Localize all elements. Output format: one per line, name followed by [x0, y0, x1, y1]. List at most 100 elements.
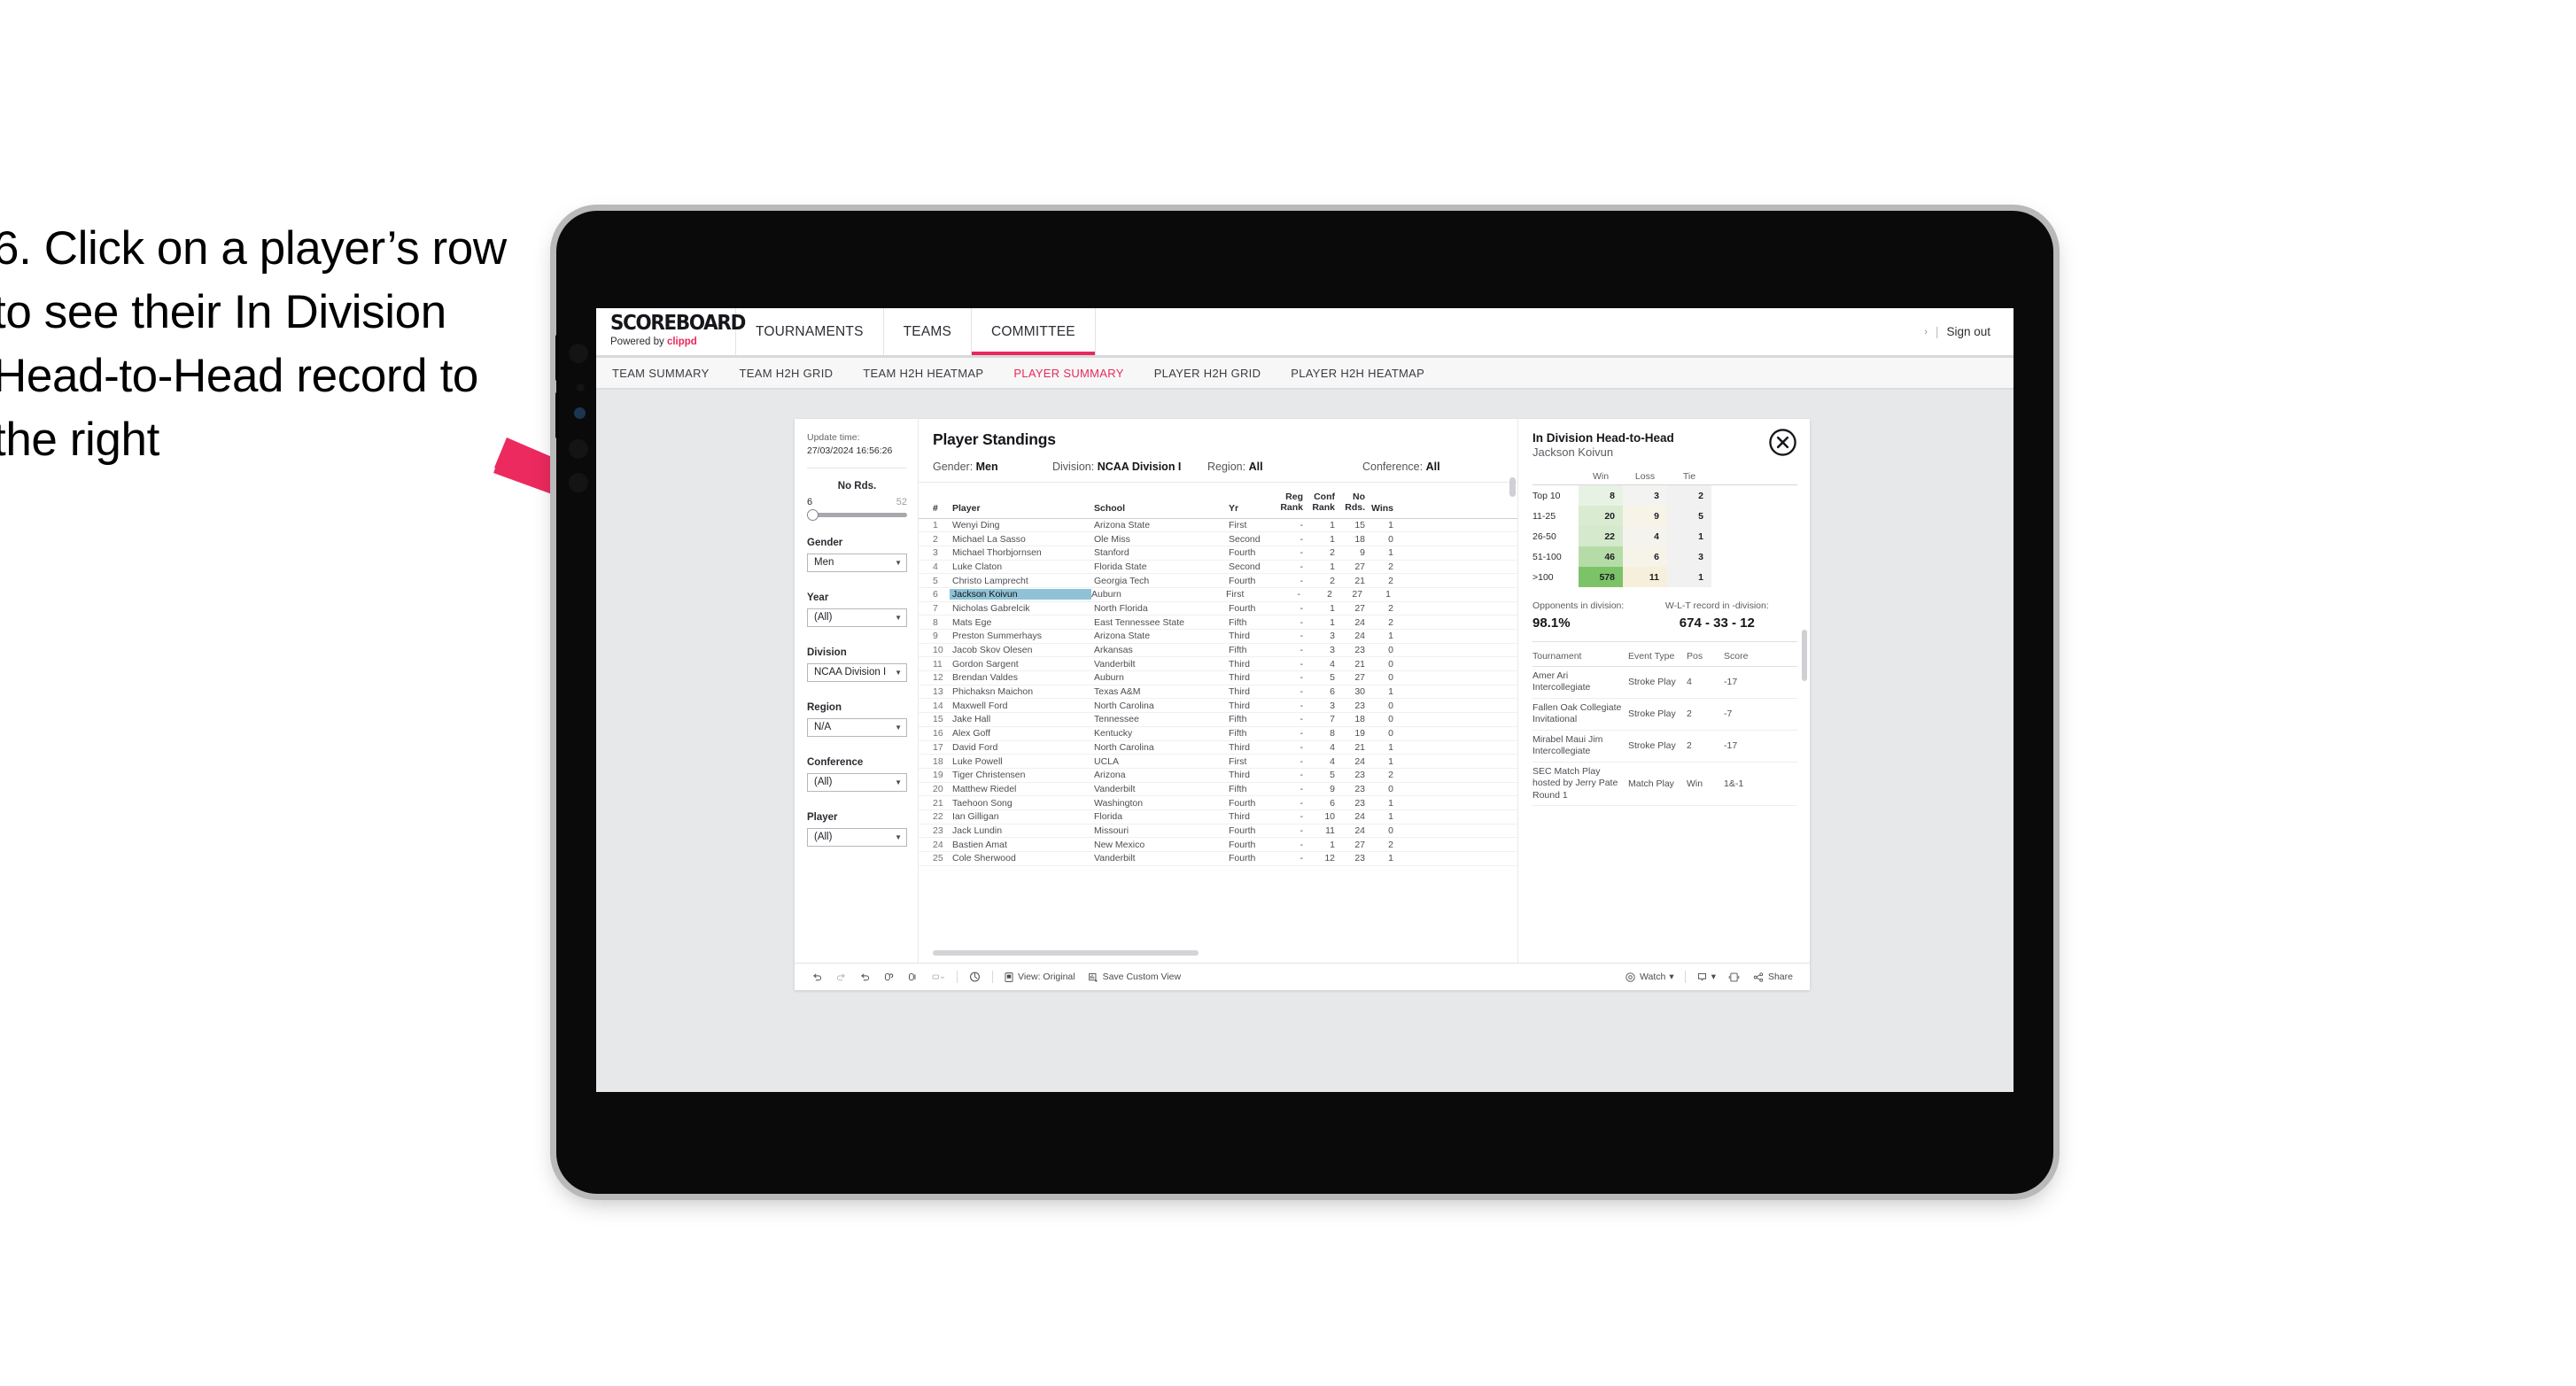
alerts-icon[interactable]: [962, 971, 988, 983]
tab-player-h2h-grid[interactable]: PLAYER H2H GRID: [1154, 367, 1261, 380]
player-select[interactable]: (All) ▼: [807, 827, 907, 847]
close-circle-icon[interactable]: [1768, 428, 1797, 457]
tab-player-h2h-heatmap[interactable]: PLAYER H2H HEATMAP: [1291, 367, 1424, 380]
table-row[interactable]: 24 Bastien Amat New Mexico Fourth - 1 27 2: [919, 838, 1517, 852]
h2h-cell-win[interactable]: 22: [1579, 526, 1623, 546]
volume-down-button[interactable]: [555, 392, 559, 438]
nav-item-teams[interactable]: TEAMS: [884, 308, 973, 355]
cell-conf-rank: 5: [1330, 672, 1335, 684]
pause-updates-icon[interactable]: [901, 972, 925, 983]
h2h-cell-tie[interactable]: 1: [1667, 567, 1711, 587]
filter-player: Player (All) ▼: [807, 812, 907, 847]
cell-player: Jacob Skov Olesen: [952, 645, 1033, 656]
conference-select[interactable]: (All) ▼: [807, 772, 907, 792]
view-toggle-icon[interactable]: [925, 972, 952, 983]
no-rds-slider-handle[interactable]: [807, 508, 819, 521]
h2h-cell-loss[interactable]: 11: [1623, 567, 1667, 587]
share-button[interactable]: Share: [1746, 972, 1799, 983]
table-row[interactable]: 4 Luke Claton Florida State Second - 1 27 2: [919, 561, 1517, 575]
cell-wins: 0: [1388, 645, 1393, 656]
table-row[interactable]: 7 Nicholas Gabrelcik North Florida Fourth - 1…: [919, 602, 1517, 616]
col-header-reg-line1: Reg: [1285, 492, 1303, 502]
nav-item-committee[interactable]: COMMITTEE: [972, 308, 1096, 355]
redo-icon[interactable]: [829, 972, 853, 983]
table-row[interactable]: 10 Jacob Skov Olesen Arkansas Fifth - 3 23 0: [919, 644, 1517, 658]
table-row[interactable]: 15 Jake Hall Tennessee Fifth - 7 18 0: [919, 713, 1517, 727]
tab-team-h2h-heatmap[interactable]: TEAM H2H HEATMAP: [863, 367, 983, 380]
download-button[interactable]: ▾: [1690, 972, 1722, 983]
year-select[interactable]: (All) ▼: [807, 608, 907, 627]
col-header-reg-rank[interactable]: Reg Rank: [1273, 492, 1303, 514]
cell-conf-rank: 9: [1330, 783, 1335, 794]
h2h-cell-win[interactable]: 578: [1579, 567, 1623, 587]
col-header-no-rds[interactable]: No Rds.: [1335, 492, 1365, 514]
col-header-num[interactable]: #: [933, 503, 952, 514]
tournament-row[interactable]: SEC Match Play hosted by Jerry Pate Roun…: [1532, 763, 1797, 806]
table-row[interactable]: 20 Matthew Riedel Vanderbilt Fifth - 9 23 0: [919, 783, 1517, 797]
fullscreen-button[interactable]: [1722, 972, 1746, 983]
brand-logo[interactable]: SCOREBOARD Powered by clippd: [596, 308, 746, 355]
h2h-cell-tie[interactable]: 1: [1667, 526, 1711, 546]
table-row[interactable]: 19 Tiger Christensen Arizona Third - 5 23 2: [919, 769, 1517, 783]
view-original-button[interactable]: View: Original: [997, 972, 1082, 983]
h2h-cell-win[interactable]: 8: [1579, 485, 1623, 506]
table-row[interactable]: 16 Alex Goff Kentucky Fifth - 8 19 0: [919, 727, 1517, 741]
table-row[interactable]: 5 Christo Lamprecht Georgia Tech Fourth - 2 21…: [919, 574, 1517, 588]
chevron-right-icon[interactable]: ›: [1924, 327, 1928, 337]
revert-icon[interactable]: [853, 972, 877, 983]
h2h-cell-win[interactable]: 46: [1579, 546, 1623, 567]
h2h-cell-tie[interactable]: 2: [1667, 485, 1711, 506]
tournament-scrollbar[interactable]: [1802, 630, 1807, 681]
no-rds-slider[interactable]: [807, 508, 907, 521]
tournament-row[interactable]: Mirabel Maui Jim Intercollegiate Stroke P…: [1532, 731, 1797, 763]
tab-player-summary[interactable]: PLAYER SUMMARY: [1013, 367, 1123, 380]
col-header-conf-rank[interactable]: Conf Rank: [1303, 492, 1335, 514]
h2h-cell-tie[interactable]: 3: [1667, 546, 1711, 567]
nav-item-tournaments[interactable]: TOURNAMENTS: [736, 308, 884, 355]
table-row[interactable]: 12 Brendan Valdes Auburn Third - 5 27 0: [919, 671, 1517, 685]
table-row[interactable]: 9 Preston Summerhays Arizona State Third - 3 2…: [919, 630, 1517, 644]
division-select[interactable]: NCAA Division I ▼: [807, 662, 907, 682]
watch-button[interactable]: Watch ▾: [1618, 972, 1680, 983]
table-row[interactable]: 23 Jack Lundin Missouri Fourth - 11 24 0: [919, 825, 1517, 839]
table-row[interactable]: 22 Ian Gilligan Florida Third - 10 24 1: [919, 810, 1517, 825]
table-row[interactable]: 3 Michael Thorbjornsen Stanford Fourth - 2 9 1: [919, 546, 1517, 561]
volume-up-button[interactable]: [555, 335, 559, 381]
tournament-row[interactable]: Amer Ari Intercollegiate Stroke Play 4 -17: [1532, 667, 1797, 699]
refresh-data-icon[interactable]: [877, 972, 901, 983]
table-row[interactable]: 2 Michael La Sasso Ole Miss Second - 1 18 0: [919, 532, 1517, 546]
h2h-cell-loss[interactable]: 9: [1623, 506, 1667, 526]
table-row[interactable]: 25 Cole Sherwood Vanderbilt Fourth - 12 23 1: [919, 852, 1517, 866]
table-row[interactable]: 13 Phichaksn Maichon Texas A&M Third - 6 30 1: [919, 685, 1517, 700]
cell-school: Arizona State: [1094, 519, 1151, 530]
region-select[interactable]: N/A ▼: [807, 717, 907, 737]
table-row[interactable]: 8 Mats Ege East Tennessee State Fifth - 1 24 2: [919, 616, 1517, 630]
save-custom-view-button[interactable]: Save Custom View: [1082, 972, 1188, 983]
tournament-row[interactable]: Fallen Oak Collegiate Invitational Stroke…: [1532, 699, 1797, 731]
table-row[interactable]: 17 David Ford North Carolina Third - 4 21 1: [919, 741, 1517, 755]
h2h-cell-tie[interactable]: 5: [1667, 506, 1711, 526]
table-row[interactable]: 1 Wenyi Ding Arizona State First - 1 15 1: [919, 519, 1517, 533]
table-row[interactable]: 11 Gordon Sargent Vanderbilt Third - 4 21 0: [919, 657, 1517, 672]
table-row[interactable]: 6 Jackson Koivun Auburn First -2 27 1: [919, 588, 1517, 602]
watch-label: Watch: [1640, 972, 1666, 982]
gender-select[interactable]: Men ▼: [807, 553, 907, 572]
h2h-cell-loss[interactable]: 6: [1623, 546, 1667, 567]
col-header-yr[interactable]: Yr: [1229, 503, 1273, 514]
signout-button[interactable]: Sign out: [1946, 325, 1990, 338]
h2h-cell-loss[interactable]: 4: [1623, 526, 1667, 546]
col-header-player[interactable]: Player: [952, 503, 1094, 514]
col-header-school[interactable]: School: [1094, 503, 1229, 514]
tab-team-summary[interactable]: TEAM SUMMARY: [612, 367, 710, 380]
table-row[interactable]: 14 Maxwell Ford North Carolina Third - 3 23 0: [919, 699, 1517, 714]
vertical-scrollbar[interactable]: [1509, 477, 1516, 497]
horizontal-scrollbar[interactable]: [933, 950, 1199, 956]
tab-team-h2h-grid[interactable]: TEAM H2H GRID: [740, 367, 834, 380]
h2h-cell-win[interactable]: 20: [1579, 506, 1623, 526]
h2h-cell-loss[interactable]: 3: [1623, 485, 1667, 506]
col-header-wins[interactable]: Wins: [1365, 503, 1393, 514]
undo-icon[interactable]: [805, 972, 829, 983]
table-row[interactable]: 18 Luke Powell UCLA First - 4 24 1: [919, 755, 1517, 769]
table-row[interactable]: 21 Taehoon Song Washington Fourth - 6 23 1: [919, 796, 1517, 810]
cell-player: Cole Sherwood: [952, 853, 1016, 864]
